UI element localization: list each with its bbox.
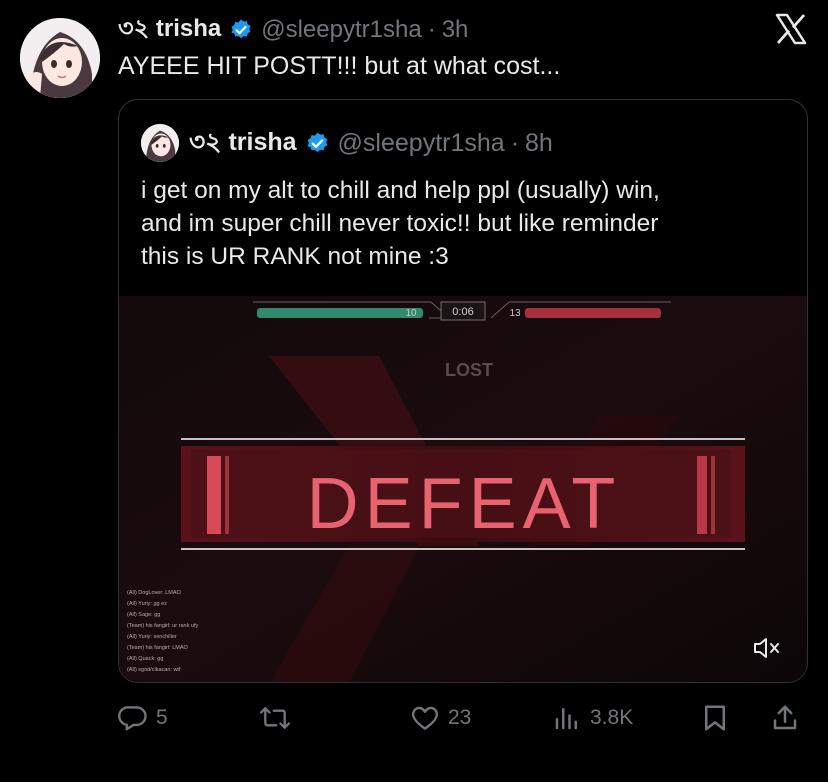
chat-line: (All) Yuriy: gg ez <box>127 601 167 607</box>
bookmark-button[interactable] <box>700 698 730 738</box>
share-icon <box>770 703 800 733</box>
quote-text-line: and im super chill never toxic!! but lik… <box>141 210 659 237</box>
quote-text-line: this is UR RANK not mine :3 <box>141 243 449 270</box>
reply-count: 5 <box>156 706 168 729</box>
chat-line: (All) Quack: gg <box>127 656 163 662</box>
chat-line: (All) Yuriy: senchiller <box>127 634 177 640</box>
post-header: ৩২ trisha @sleepytr1sha · 3h <box>118 12 468 48</box>
x-logo-icon[interactable] <box>774 12 808 46</box>
chat-line: (Team) his fangirl: LMAO <box>127 645 189 651</box>
chat-line: (All) Sage: gg <box>127 612 160 618</box>
post-time[interactable]: 3h <box>442 16 469 44</box>
quote-text-line: i get on my alt to chill and help ppl (u… <box>141 177 660 204</box>
quote-header: ৩২ trisha @sleepytr1sha · 8h <box>189 124 553 162</box>
bookmark-icon <box>700 703 730 733</box>
like-button[interactable]: 23 <box>410 698 471 738</box>
verified-badge-icon <box>229 18 253 42</box>
mute-icon[interactable] <box>751 634 783 662</box>
repost-icon <box>258 703 292 733</box>
hud-score-right: 13 <box>509 308 521 319</box>
quote-time[interactable]: 8h <box>525 129 553 158</box>
separator-dot: · <box>510 128 520 157</box>
author-avatar[interactable] <box>20 18 100 98</box>
like-icon <box>410 703 440 733</box>
like-count: 23 <box>448 706 472 729</box>
post-text: AYEEE HIT POSTT!!! but at what cost... <box>118 52 561 80</box>
quoted-post[interactable]: ৩২ trisha @sleepytr1sha · 8h i get on my… <box>118 99 808 683</box>
hud-timer: 0:06 <box>452 306 473 318</box>
repost-button[interactable] <box>258 698 300 738</box>
views-icon <box>552 703 582 733</box>
chat-line: (All) sgod/cikacan: wtf <box>127 667 181 673</box>
hud-score-left: 10 <box>405 308 417 319</box>
quote-author-name[interactable]: ৩২ trisha <box>189 122 297 165</box>
quote-author-handle[interactable]: @sleepytr1sha <box>338 129 505 158</box>
verified-badge-icon <box>305 131 330 156</box>
reply-button[interactable]: 5 <box>118 698 168 738</box>
author-handle[interactable]: @sleepytr1sha <box>261 16 421 44</box>
quote-text: i get on my alt to chill and help ppl (u… <box>141 174 791 273</box>
author-name[interactable]: ৩২ trisha <box>118 10 221 50</box>
reply-icon <box>118 703 148 733</box>
separator-dot: · <box>427 16 436 43</box>
chat-line: (Team) his fangirl: ur rank ufy <box>127 623 198 629</box>
action-bar: 5 23 3.8K <box>118 698 808 738</box>
quote-author-avatar[interactable] <box>141 124 179 162</box>
share-button[interactable] <box>770 698 800 738</box>
views-button[interactable]: 3.8K <box>552 698 633 738</box>
video-media[interactable]: 0:06 10 13 LOST DEFEAT (All) DogLover: L… <box>119 296 807 682</box>
chat-line: (All) DogLover: LMAO <box>127 590 182 596</box>
defeat-banner-text: DEFEAT <box>307 464 622 544</box>
views-count: 3.8K <box>590 706 634 729</box>
hud-lost-text: LOST <box>445 360 493 380</box>
